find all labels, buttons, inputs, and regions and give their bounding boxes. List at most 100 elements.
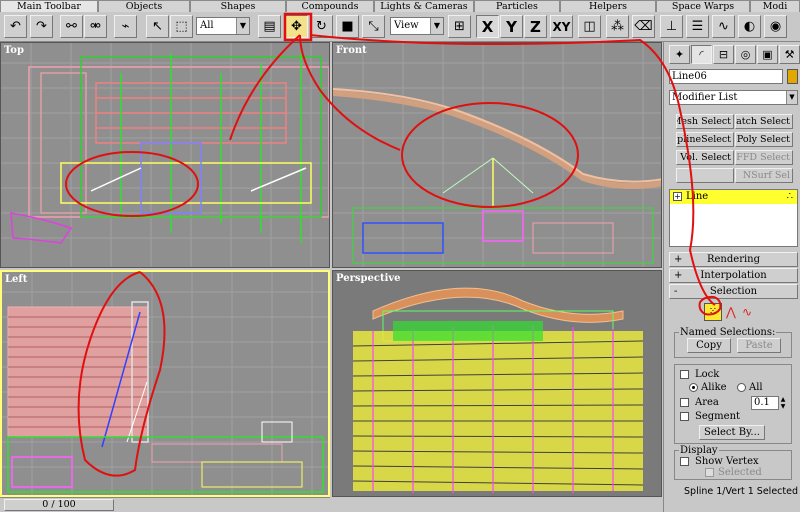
patch-select-button[interactable]: Patch Select (735, 114, 793, 129)
create-tab-icon[interactable]: ✦ (669, 45, 690, 64)
tab-lights-cameras[interactable]: Lights & Cameras (374, 0, 474, 12)
segment-level-icon[interactable]: ⋀ (726, 303, 740, 321)
viewport-perspective[interactable]: Perspective (332, 270, 662, 497)
bind-to-space-warp-icon[interactable]: ⌁ (114, 15, 137, 38)
selected-checkbox[interactable] (705, 468, 714, 477)
object-name-field[interactable]: Line06 (669, 69, 783, 84)
select-and-manipulate-icon[interactable]: ⤡ (362, 15, 385, 38)
layers-icon[interactable]: ☰ (686, 15, 709, 38)
area-value: 0.1 (754, 397, 770, 408)
nsurf-sel-button[interactable]: NSurf Sel (735, 168, 793, 183)
expand-icon[interactable]: + (673, 192, 682, 201)
vol-select-button[interactable]: Vol. Select (676, 150, 734, 165)
poly-select-button[interactable]: Poly Select (735, 132, 793, 147)
vertex-level-icon[interactable]: ⁙ (704, 303, 722, 321)
sub-object-icon: ∴ (786, 191, 793, 202)
modifier-stack: + Line ∴ (669, 189, 798, 247)
eraser-icon[interactable]: ⌫ (632, 15, 655, 38)
selection-region-icon[interactable]: ⬚ (170, 15, 193, 38)
copy-button[interactable]: Copy (687, 338, 731, 353)
align-icon[interactable]: ⊥ (660, 15, 683, 38)
render-icon[interactable]: ◉ (764, 15, 787, 38)
named-selections-group: Named Selections: Copy Paste (674, 327, 792, 358)
redo-icon[interactable]: ↷ (30, 15, 53, 38)
stack-item-label: Line (686, 191, 709, 202)
undo-icon[interactable]: ↶ (4, 15, 27, 38)
spline-level-icon[interactable]: ∿ (742, 303, 760, 321)
modifier-list-dropdown[interactable]: Modifier List ▼ (669, 90, 798, 105)
ffd-select-button[interactable]: FFD Select (735, 150, 793, 165)
left-view-wireframe (2, 272, 328, 495)
stack-item-line[interactable]: + Line ∴ (670, 190, 797, 204)
restrict-xy-button[interactable]: XY (550, 15, 573, 38)
time-bar: 0 / 100 (0, 497, 330, 512)
tab-particles[interactable]: Particles (474, 0, 560, 12)
tab-main-toolbar[interactable]: Main Toolbar (0, 0, 98, 12)
object-color-swatch[interactable] (787, 69, 798, 84)
viewport-front[interactable]: Front (332, 42, 662, 268)
hierarchy-tab-icon[interactable]: ⊟ (713, 45, 734, 64)
display-group: Display Show Vertex Selected (674, 445, 792, 480)
viewport-top[interactable]: Top (0, 42, 330, 268)
tab-space-warps[interactable]: Space Warps (656, 0, 750, 12)
tab-compounds[interactable]: Compounds (286, 0, 374, 12)
utilities-tab-icon[interactable]: ⚒ (779, 45, 800, 64)
restrict-z-button[interactable]: Z (524, 15, 547, 38)
viewport-label-perspective: Perspective (336, 273, 401, 284)
mesh-select-button[interactable]: Mesh Select (676, 114, 734, 129)
reference-coord-dropdown[interactable]: View ▼ (390, 17, 444, 35)
show-vertex-checkbox[interactable] (680, 457, 689, 466)
viewport-left[interactable]: Left (0, 270, 330, 497)
all-radio[interactable] (737, 383, 746, 392)
selected-label: Selected (718, 467, 762, 478)
restrict-x-button[interactable]: X (476, 15, 499, 38)
lock-label: Lock (695, 369, 720, 380)
tab-modifiers[interactable]: Modi (750, 0, 800, 12)
mirror-icon[interactable]: ◫ (578, 15, 601, 38)
area-label: Area (695, 397, 719, 408)
time-slider[interactable]: 0 / 100 (4, 499, 114, 511)
chevron-down-icon: ▼ (236, 18, 249, 34)
segment-checkbox[interactable] (680, 412, 689, 421)
front-view-wireframe (333, 43, 661, 267)
select-and-link-icon[interactable]: ⚯ (60, 15, 83, 38)
paste-button[interactable]: Paste (737, 338, 781, 353)
rollout-interpolation[interactable]: + Interpolation (669, 268, 798, 283)
alike-label: Alike (701, 382, 727, 393)
display-tab-icon[interactable]: ▣ (757, 45, 778, 64)
rollout-selection-label: Selection (709, 286, 758, 297)
material-editor-icon[interactable]: ◐ (738, 15, 761, 38)
motion-tab-icon[interactable]: ◎ (735, 45, 756, 64)
rollout-rendering[interactable]: + Rendering (669, 252, 798, 267)
command-panel: ✦ ◜ ⊟ ◎ ▣ ⚒ Line06 Modifier List ▼ Mesh … (663, 42, 800, 512)
select-and-move-icon[interactable]: ✥ (285, 15, 308, 38)
selection-status: Spline 1/Vert 1 Selected (684, 486, 798, 497)
selection-filter-dropdown[interactable]: All ▼ (196, 17, 250, 35)
tab-objects[interactable]: Objects (98, 0, 190, 12)
chevron-down-icon: ▼ (786, 91, 797, 104)
restrict-y-button[interactable]: Y (500, 15, 523, 38)
tab-shapes[interactable]: Shapes (190, 0, 286, 12)
lock-checkbox[interactable] (680, 370, 689, 379)
select-by-name-icon[interactable]: ▤ (258, 15, 281, 38)
alike-radio[interactable] (689, 383, 698, 392)
curve-editor-icon[interactable]: ∿ (712, 15, 735, 38)
empty-modifier-button[interactable] (676, 168, 734, 183)
spline-select-button[interactable]: SplineSelect (676, 132, 734, 147)
spinner-arrows-icon[interactable]: ▲ ▼ (779, 396, 787, 410)
area-checkbox[interactable] (680, 398, 689, 407)
select-and-scale-icon[interactable]: ■ (336, 15, 359, 38)
expand-icon: + (674, 254, 683, 265)
unlink-icon[interactable]: ⚮ (84, 15, 107, 38)
rollout-rendering-label: Rendering (706, 254, 761, 265)
select-object-icon[interactable]: ↖ (146, 15, 169, 38)
modify-tab-icon[interactable]: ◜ (691, 45, 712, 64)
area-spinner[interactable]: 0.1 ▲ ▼ (751, 396, 785, 410)
pivot-center-icon[interactable]: ⊞ (448, 15, 471, 38)
top-view-wireframe (1, 43, 329, 267)
array-icon[interactable]: ⁂ (606, 15, 629, 38)
tab-helpers[interactable]: Helpers (560, 0, 656, 12)
rollout-selection[interactable]: - Selection (669, 284, 798, 299)
select-and-rotate-icon[interactable]: ↻ (310, 15, 333, 38)
select-by-button[interactable]: Select By... (699, 425, 765, 440)
